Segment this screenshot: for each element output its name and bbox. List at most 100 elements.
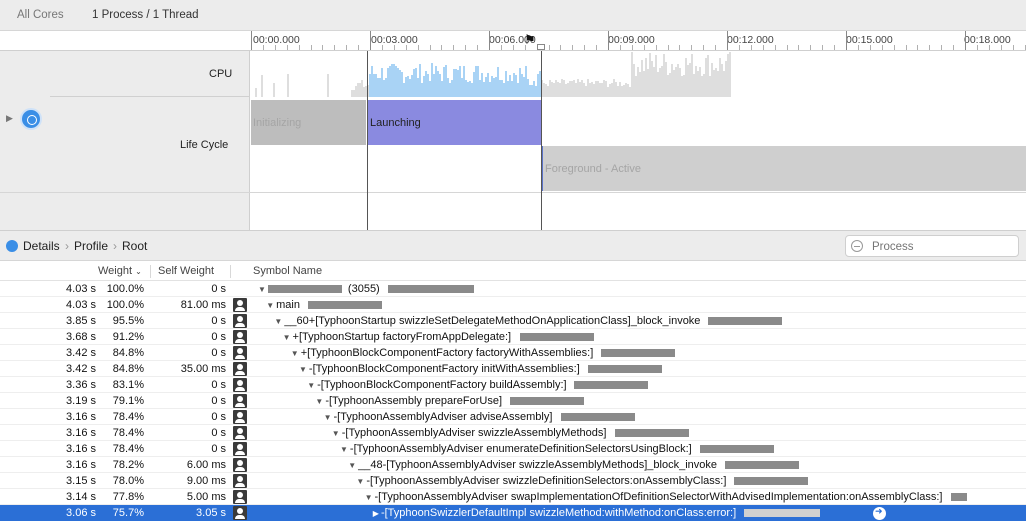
- ruler-minor-tick: [1012, 45, 1014, 50]
- ruler-minor-tick: [869, 45, 871, 50]
- call-tree-row[interactable]: 3.85 s 95.5% 0 s ▼ __60+[TyphoonStartup swiz…: [0, 313, 1026, 329]
- ruler-major-tick: [251, 31, 252, 50]
- inspection-head-icon[interactable]: [537, 44, 545, 50]
- disclosure-triangle-icon[interactable]: ▶: [373, 509, 379, 518]
- call-tree-row[interactable]: 4.03 s 100.0% 81.00 ms ▼ main: [0, 297, 1026, 313]
- timeline-ruler[interactable]: 00:00.000 00:03.000 00:06.000 00:09.000 …: [250, 31, 1026, 51]
- disclosure-triangle-icon[interactable]: ▼: [348, 461, 356, 470]
- redacted-library-bar: [520, 333, 594, 341]
- symbol-name: -[TyphoonSwizzlerDefaultImpl swizzleMeth…: [380, 507, 737, 519]
- symbol-cell: ▼ -[TyphoonBlockComponentFactory initWith…: [299, 363, 580, 375]
- call-tree-row[interactable]: 4.03 s 100.0% 0 s ▼ (3055): [0, 281, 1026, 297]
- ruler-minor-tick: [1000, 45, 1002, 50]
- ruler-spacer: [0, 31, 250, 51]
- disclosure-triangle-icon[interactable]: ▼: [291, 349, 299, 358]
- flag-icon[interactable]: ⚑: [524, 32, 536, 48]
- ruler-minor-tick: [857, 45, 859, 50]
- ruler-minor-tick: [929, 45, 931, 50]
- disclosure-triangle-icon[interactable]: ▶: [6, 113, 13, 124]
- weight-value: 3.85 s: [66, 315, 96, 327]
- disclosure-triangle-icon[interactable]: ▼: [266, 301, 274, 310]
- call-tree-row[interactable]: 3.16 s 78.2% 6.00 ms ▼ __48-[TyphoonAssembly…: [0, 457, 1026, 473]
- ruler-minor-tick: [596, 45, 598, 50]
- self-weight-value: 81.00 ms: [180, 299, 226, 311]
- weight-value: 3.19 s: [66, 395, 96, 407]
- process-filter-input[interactable]: [872, 239, 1012, 254]
- call-tree-row[interactable]: 3.14 s 77.8% 5.00 ms ▼ -[TyphoonAssemblyAdvi…: [0, 489, 1026, 505]
- disclosure-triangle-icon[interactable]: ▼: [365, 493, 373, 502]
- breadcrumb-separator: ›: [65, 239, 69, 253]
- ruler-minor-tick: [893, 45, 895, 50]
- redacted-library-bar: [588, 365, 662, 373]
- call-tree-row[interactable]: 3.42 s 84.8% 0 s ▼ +[TyphoonBlockComponentFa…: [0, 345, 1026, 361]
- redacted-library-bar: [700, 445, 774, 453]
- process-filter-field[interactable]: [845, 235, 1019, 257]
- symbol-name: -[TyphoonAssemblyAdviser swizzleAssembly…: [341, 427, 607, 439]
- ruler-minor-tick: [798, 45, 800, 50]
- weight-value: 3.06 s: [66, 507, 96, 519]
- redacted-library-bar: [574, 381, 648, 389]
- weight-value: 4.03 s: [66, 283, 96, 295]
- breadcrumb-profile[interactable]: Profile: [74, 239, 108, 253]
- activity-monitor-icon: [20, 108, 42, 130]
- symbol-name-column-header[interactable]: Symbol Name: [253, 265, 322, 277]
- user-code-icon: [233, 506, 247, 520]
- redacted-library-bar: [734, 477, 808, 485]
- disclosure-triangle-icon[interactable]: ▼: [340, 445, 348, 454]
- disclosure-triangle-icon[interactable]: ▼: [315, 397, 323, 406]
- breadcrumb-root[interactable]: Root: [122, 239, 147, 253]
- process-thread-selector[interactable]: 1 Process / 1 Thread: [92, 9, 199, 21]
- self-weight-value: 9.00 ms: [186, 475, 226, 487]
- disclosure-triangle-icon[interactable]: ▼: [299, 365, 307, 374]
- disclosure-triangle-icon[interactable]: ▼: [283, 333, 291, 342]
- redacted-name: [267, 285, 342, 294]
- ruler-major-tick: [846, 31, 847, 50]
- user-code-icon: [233, 442, 247, 456]
- self-weight-value: 0 s: [211, 443, 226, 455]
- launching-phase[interactable]: Launching: [368, 100, 541, 145]
- disclosure-triangle-icon[interactable]: ▼: [274, 317, 282, 326]
- breadcrumb-details[interactable]: Details: [23, 239, 60, 253]
- call-tree-row[interactable]: 3.42 s 84.8% 35.00 ms ▼ -[TyphoonBlockCompon…: [0, 361, 1026, 377]
- breadcrumb-separator: ›: [113, 239, 117, 253]
- ruler-minor-tick: [631, 45, 633, 50]
- user-code-icon: [233, 426, 247, 440]
- call-tree-row[interactable]: 3.16 s 78.4% 0 s ▼ -[TyphoonAssemblyAdviser …: [0, 441, 1026, 457]
- ruler-minor-tick: [441, 45, 443, 50]
- ruler-minor-tick: [381, 45, 383, 50]
- disclosure-triangle-icon[interactable]: ▼: [332, 429, 340, 438]
- track-empty-left: [0, 193, 250, 230]
- self-weight-column-header[interactable]: Self Weight: [158, 265, 214, 277]
- weight-percent: 78.2%: [112, 459, 144, 471]
- redacted-library-bar: [744, 509, 820, 517]
- disclosure-triangle-icon[interactable]: ▼: [258, 285, 266, 294]
- call-tree-row[interactable]: 3.68 s 91.2% 0 s ▼ +[TyphoonStartup factoryF…: [0, 329, 1026, 345]
- symbol-name: -[TyphoonAssemblyAdviser swapImplementat…: [374, 491, 943, 503]
- ruler-minor-tick: [465, 45, 467, 50]
- call-tree-row[interactable]: 3.15 s 78.0% 9.00 ms ▼ -[TyphoonAssemblyAdvi…: [0, 473, 1026, 489]
- call-tree-row[interactable]: 3.19 s 79.1% 0 s ▼ -[TyphoonAssembly prepare…: [0, 393, 1026, 409]
- weight-column-header[interactable]: Weight ⌄: [98, 265, 142, 277]
- ruler-minor-tick: [988, 45, 990, 50]
- disclosure-triangle-icon[interactable]: ▼: [307, 381, 315, 390]
- ruler-label: 00:18.000: [964, 34, 1011, 46]
- disclosure-triangle-icon[interactable]: ▼: [356, 477, 364, 486]
- call-tree-row[interactable]: 3.16 s 78.4% 0 s ▼ -[TyphoonAssemblyAdviser …: [0, 425, 1026, 441]
- user-code-icon: [233, 346, 247, 360]
- disclosure-triangle-icon[interactable]: ▼: [324, 413, 332, 422]
- all-cores-button[interactable]: All Cores: [17, 9, 64, 21]
- weight-percent: 75.7%: [112, 507, 144, 519]
- foreground-label: Foreground - Active: [545, 162, 641, 175]
- focus-arrow-icon[interactable]: [873, 506, 886, 520]
- foreground-active-phase[interactable]: Foreground - Active: [541, 146, 1026, 191]
- ruler-minor-tick: [822, 45, 824, 50]
- weight-percent: 78.4%: [112, 411, 144, 423]
- ruler-minor-tick: [1024, 45, 1026, 50]
- cpu-usage-bar: [729, 52, 731, 97]
- cpu-track-label: CPU: [209, 68, 233, 80]
- call-tree[interactable]: 4.03 s 100.0% 0 s ▼ (3055) 4.03 s 100.0% 81.00 …: [0, 281, 1026, 527]
- initializing-phase[interactable]: Initializing: [251, 100, 366, 145]
- call-tree-row[interactable]: 3.06 s 75.7% 3.05 s ▶ -[TyphoonSwizzlerDefau…: [0, 505, 1026, 521]
- call-tree-row[interactable]: 3.16 s 78.4% 0 s ▼ -[TyphoonAssemblyAdviser …: [0, 409, 1026, 425]
- call-tree-row[interactable]: 3.36 s 83.1% 0 s ▼ -[TyphoonBlockComponentFa…: [0, 377, 1026, 393]
